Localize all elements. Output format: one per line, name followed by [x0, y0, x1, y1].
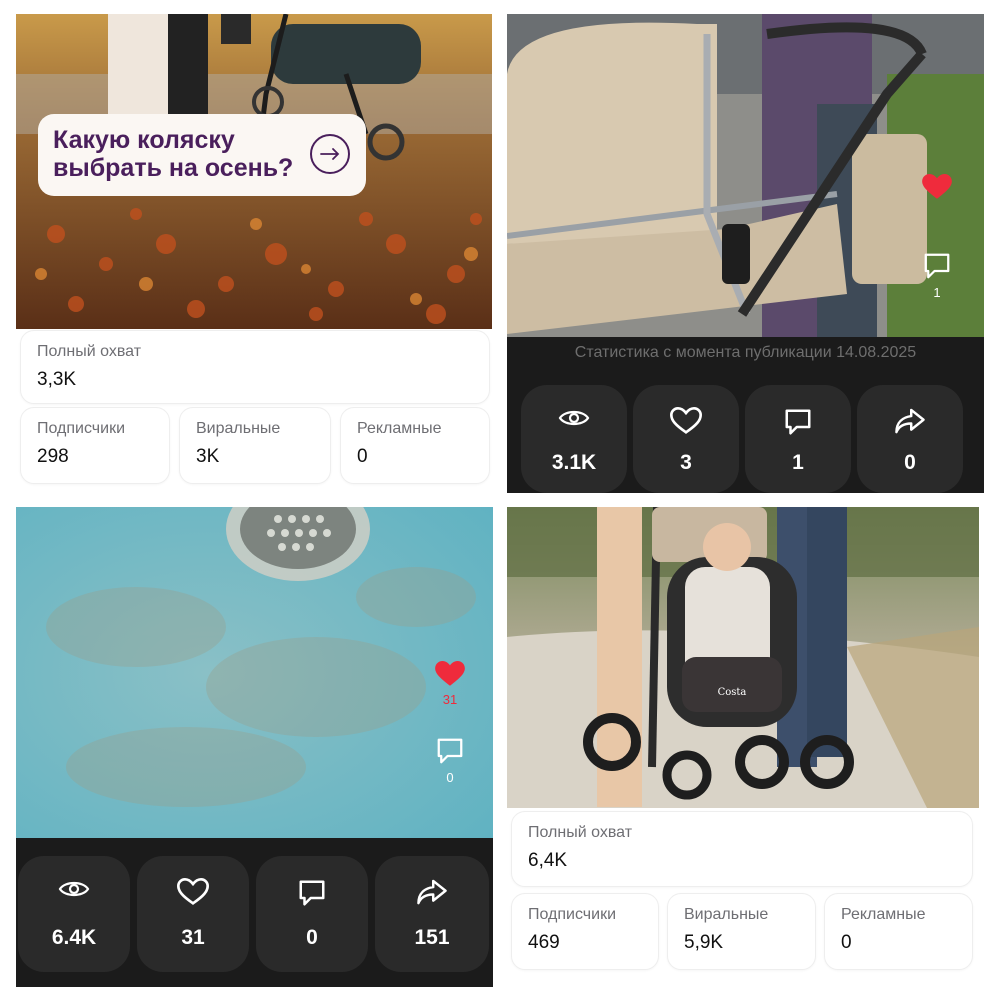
ads-value: 0 [841, 932, 852, 953]
comment-icon [785, 409, 811, 435]
full-reach-label: Полный охват [37, 343, 142, 360]
side-like[interactable] [917, 174, 957, 205]
likes-count: 3 [680, 451, 692, 474]
ads-card: Рекламные 0 [824, 893, 973, 970]
post-card-3: 31 0 6.4K 31 0 151 [16, 507, 493, 987]
ads-card: Рекламные 0 [340, 407, 490, 484]
full-reach-value: 3,3K [37, 369, 77, 390]
side-like[interactable]: 31 [430, 661, 470, 707]
comment-icon [437, 738, 463, 764]
comments-count: 1 [792, 451, 804, 474]
subscribers-value: 298 [37, 446, 69, 467]
promo-banner-text: Какую коляску выбрать на осень? [53, 126, 294, 182]
full-reach-label: Полный охват [528, 824, 633, 841]
viral-value: 3K [196, 446, 220, 467]
post-photo-pool[interactable] [16, 507, 493, 838]
comments-count: 0 [306, 926, 318, 949]
shares-tile: 151 [375, 856, 489, 972]
side-comment[interactable]: 1 [917, 252, 957, 300]
subscribers-card: Подписчики 469 [511, 893, 659, 970]
shares-count: 0 [904, 451, 916, 474]
heart-filled-icon [922, 174, 952, 199]
heart-icon [670, 407, 702, 434]
shares-count: 151 [414, 926, 450, 949]
viral-value: 5,9K [684, 932, 724, 953]
likes-tile: 31 [137, 856, 249, 972]
viral-label: Виральные [196, 420, 281, 437]
ads-label: Рекламные [841, 906, 926, 923]
side-comment-count: 1 [933, 285, 941, 300]
arrow-right-icon[interactable] [310, 134, 350, 174]
full-reach-value: 6,4K [528, 850, 568, 871]
comment-icon [299, 880, 325, 906]
heart-icon [177, 878, 209, 905]
views-tile: 3.1K [521, 385, 627, 493]
ads-value: 0 [357, 446, 368, 467]
shares-tile: 0 [857, 385, 963, 493]
viral-card: Виральные 5,9K [667, 893, 816, 970]
side-comment-count: 0 [446, 770, 454, 785]
comments-tile: 0 [256, 856, 368, 972]
viral-card: Виральные 3K [179, 407, 331, 484]
side-comment[interactable]: 0 [430, 737, 470, 785]
comments-tile: 1 [745, 385, 851, 493]
eye-icon [558, 410, 590, 426]
post-card-1: Какую коляску выбрать на осень? Полный о… [16, 14, 492, 488]
side-like-count: 31 [442, 692, 458, 707]
ads-label: Рекламные [357, 420, 442, 437]
post-card-2: 1 Статистика с момента публикации 14.08.… [507, 14, 984, 493]
share-arrow-icon [895, 408, 925, 434]
eye-icon [58, 881, 90, 897]
full-reach-card: Полный охват 6,4K [511, 811, 973, 887]
views-count: 6.4K [51, 926, 97, 949]
full-reach-card: Полный охват 3,3K [20, 330, 490, 404]
comment-icon [924, 253, 950, 279]
stats-caption: Статистика с момента публикации 14.08.20… [574, 344, 917, 361]
subscribers-label: Подписчики [528, 906, 617, 923]
subscribers-label: Подписчики [37, 420, 126, 437]
likes-tile: 3 [633, 385, 739, 493]
viral-label: Виральные [684, 906, 769, 923]
post-photo-baby-stroller[interactable]: Costa [507, 507, 979, 808]
views-tile: 6.4K [18, 856, 130, 972]
post-card-4: Costa Полный охват 6,4K Подписчики 469 В… [507, 507, 979, 987]
share-arrow-icon [417, 879, 447, 905]
subscribers-value: 469 [528, 932, 560, 953]
heart-filled-icon [435, 661, 465, 686]
post-photo-beige-stroller[interactable] [507, 14, 984, 337]
stroller-brand: Costa [718, 687, 747, 698]
likes-count: 31 [181, 926, 205, 949]
subscribers-card: Подписчики 298 [20, 407, 170, 484]
views-count: 3.1K [551, 451, 597, 474]
promo-banner[interactable]: Какую коляску выбрать на осень? [38, 114, 366, 196]
